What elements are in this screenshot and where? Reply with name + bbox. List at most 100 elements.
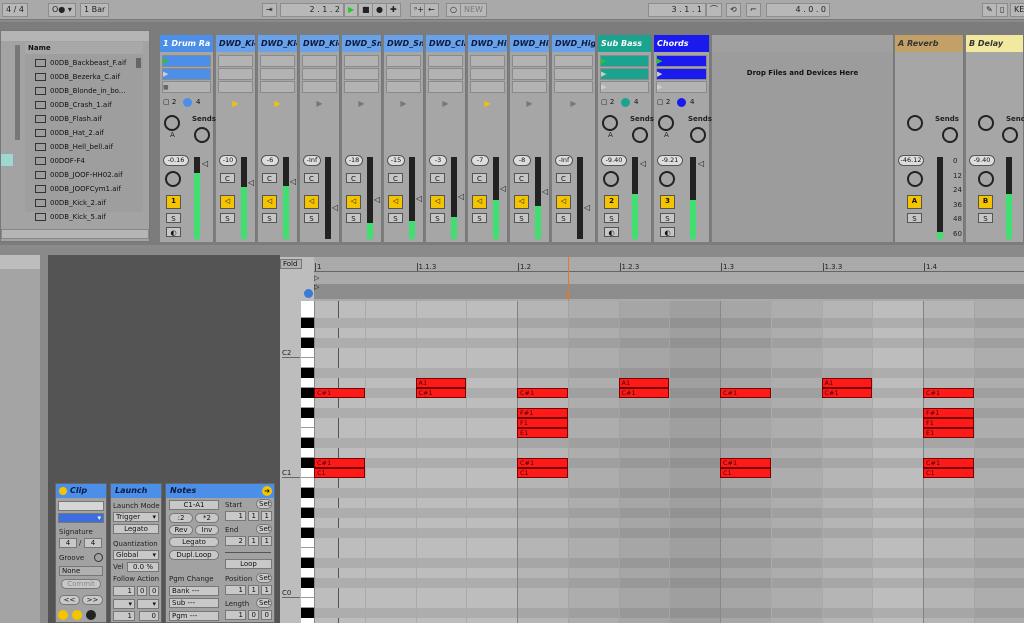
punch-out-button[interactable]: ⌐: [746, 3, 761, 17]
computer-midi-keyboard-icon[interactable]: ▯: [996, 3, 1009, 17]
clip-slot[interactable]: [260, 68, 295, 80]
black-key[interactable]: [301, 578, 314, 588]
mute-button[interactable]: ◁: [388, 195, 403, 209]
track-name[interactable]: DWD_Kic: [258, 35, 297, 52]
clip-activator-icon[interactable]: [59, 487, 67, 495]
clip-play-icon[interactable]: ▶: [342, 99, 381, 108]
midi-note[interactable]: C1: [314, 468, 365, 478]
end-field[interactable]: 1: [261, 536, 272, 546]
cue-button[interactable]: C: [304, 173, 319, 183]
solo-button[interactable]: S: [346, 213, 361, 223]
return-activator-button[interactable]: A: [907, 195, 922, 209]
clip-play-icon[interactable]: ▶: [163, 57, 168, 65]
browser-search[interactable]: [1, 31, 149, 41]
volume-fader-icon[interactable]: ◁: [416, 194, 422, 203]
send-b-knob[interactable]: [942, 127, 958, 143]
midi-note[interactable]: C#1: [720, 388, 771, 398]
quantization-menu[interactable]: 1 Bar: [80, 3, 110, 17]
track-activator-button[interactable]: 1: [166, 195, 181, 209]
clip-stop-icon[interactable]: ▶: [601, 83, 606, 91]
file-item[interactable]: 00DB_Hell_bell.aif: [35, 140, 113, 154]
group-fold-row[interactable]: ▢ 2: [163, 98, 176, 106]
file-item[interactable]: 00DB_JOOF-HH02.aif: [35, 168, 123, 182]
clip-slot[interactable]: [554, 68, 593, 80]
clip-stop-icon[interactable]: ▶: [601, 70, 606, 78]
follow-action-b-select[interactable]: ▾: [137, 599, 159, 609]
clip-slot[interactable]: [344, 55, 379, 67]
clip-slot[interactable]: [428, 81, 463, 93]
solo-button[interactable]: S: [220, 213, 235, 223]
midi-note[interactable]: C#1: [821, 388, 873, 398]
volume-fader-icon[interactable]: ◁: [698, 159, 704, 168]
solo-button[interactable]: S: [660, 213, 675, 223]
track[interactable]: DWD_Hig ▶ -7 C ◁ S ◁: [468, 35, 508, 242]
loop-length[interactable]: 4 . 0 . 0: [766, 3, 830, 17]
clip-play-icon[interactable]: ▶: [601, 57, 606, 65]
black-key[interactable]: [301, 408, 314, 418]
record-button[interactable]: ●: [372, 3, 387, 17]
volume-field[interactable]: -9.21: [657, 155, 683, 166]
return-activator-button[interactable]: B: [978, 195, 993, 209]
track-activator-button[interactable]: 2: [604, 195, 619, 209]
clip-slot[interactable]: [260, 55, 295, 67]
track-name[interactable]: DWD_Sna: [384, 35, 423, 52]
volume-fader-icon[interactable]: ◁: [500, 184, 506, 193]
signature-denominator[interactable]: 4: [84, 538, 102, 548]
midi-note[interactable]: C1: [923, 468, 974, 478]
mute-button[interactable]: ◁: [430, 195, 445, 209]
clip-play-icon[interactable]: ▶: [216, 99, 255, 108]
clip-slot[interactable]: [302, 68, 337, 80]
volume-field[interactable]: -10: [219, 155, 237, 166]
end-field[interactable]: 2: [225, 536, 246, 546]
black-key[interactable]: [301, 508, 314, 518]
volume-fader-icon[interactable]: ◁: [374, 195, 380, 204]
track[interactable]: DWD_Hig ▶ -Inf C ◁ S ◁: [552, 35, 596, 242]
half-length-button[interactable]: :2: [169, 513, 193, 523]
track-name[interactable]: DWD_Sna: [342, 35, 381, 52]
midi-note[interactable]: C#1: [720, 458, 771, 468]
envelopes-view-toggle-icon[interactable]: [86, 610, 96, 620]
clip-slot[interactable]: [512, 68, 547, 80]
track[interactable]: DWD_Kic ▶ -Inf C ◁ S ◁: [300, 35, 340, 242]
return-track[interactable]: A Reverb Sends -46.12 A S 0 12 24 36 48 60: [895, 35, 964, 242]
start-field[interactable]: 1: [248, 511, 259, 521]
solo-button[interactable]: S: [262, 213, 277, 223]
volume-field[interactable]: -15: [387, 155, 405, 166]
back-to-arrangement-button[interactable]: ←: [424, 3, 439, 17]
clip-slot[interactable]: [386, 81, 421, 93]
clip-color-menu[interactable]: ▾: [58, 513, 104, 523]
program-field[interactable]: Pgm ---: [169, 611, 219, 621]
clip-slot[interactable]: ▶: [162, 55, 211, 67]
sub-bank-field[interactable]: Sub ---: [169, 598, 219, 608]
position-set-button[interactable]: Set: [256, 573, 272, 583]
file-item[interactable]: 00DB_Kick_2.aif: [35, 196, 106, 210]
midi-note[interactable]: E1: [923, 428, 974, 438]
pan-knob[interactable]: [907, 171, 923, 187]
clip-slot[interactable]: [344, 81, 379, 93]
track[interactable]: Sub Bass ▶ ▶ ▶ ▢ 2 4 A Sends -9.40 2 S ◐ ◁: [598, 35, 654, 242]
send-b-knob[interactable]: [1002, 127, 1018, 143]
midi-note[interactable]: C#1: [923, 388, 974, 398]
mute-button[interactable]: ◁: [304, 195, 319, 209]
clip-play-icon[interactable]: ▶: [384, 99, 423, 108]
midi-note[interactable]: E1: [517, 428, 568, 438]
track[interactable]: DWD_Sna ▶ -18 C ◁ S ◁: [342, 35, 382, 242]
follow-time-bars[interactable]: 1: [113, 586, 135, 596]
volume-field[interactable]: -3: [429, 155, 447, 166]
clip-play-icon[interactable]: ▶: [426, 99, 465, 108]
cue-button[interactable]: C: [472, 173, 487, 183]
file-item[interactable]: 00DB_Blonde_in_bo...: [35, 84, 125, 98]
volume-field[interactable]: -9.40: [969, 155, 995, 166]
volume-field[interactable]: -6: [261, 155, 279, 166]
clip-slot[interactable]: [554, 81, 593, 93]
group-fold-row[interactable]: ▢ 2: [601, 98, 614, 106]
clip-play-icon[interactable]: ▶: [657, 57, 662, 65]
clip-slot[interactable]: [428, 55, 463, 67]
clip-slot[interactable]: [470, 81, 505, 93]
follow-time-sixteenths[interactable]: 0: [149, 586, 159, 596]
cue-button[interactable]: C: [556, 173, 571, 183]
send-b-knob[interactable]: [632, 127, 648, 143]
track-name[interactable]: DWD_Cla: [426, 35, 465, 52]
midi-note[interactable]: C#1: [923, 458, 974, 468]
send-a-knob[interactable]: [658, 115, 674, 131]
